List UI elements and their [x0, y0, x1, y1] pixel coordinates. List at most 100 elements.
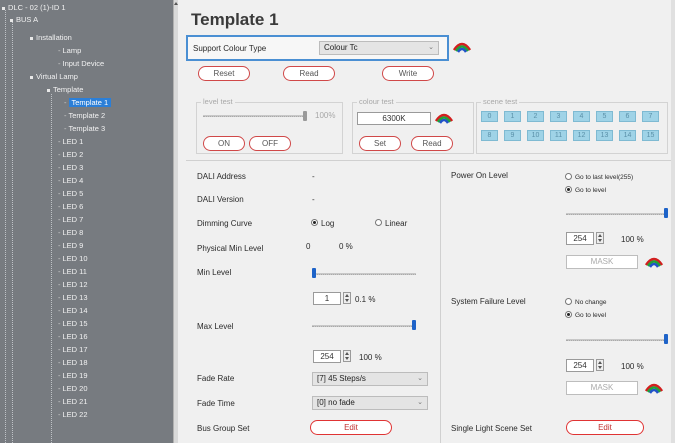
sidebar-scrollbar[interactable] [173, 0, 178, 443]
on-button[interactable]: ON [203, 136, 245, 151]
tree-node-led[interactable]: - LED 22 [58, 409, 88, 421]
scene-button[interactable]: 4 [573, 111, 590, 122]
colour-wheel-icon[interactable] [453, 41, 471, 53]
support-colour-type-select[interactable]: Colour Tc ⌄ [319, 41, 439, 55]
min-level-slider-thumb[interactable] [312, 268, 316, 278]
colour-test-input[interactable]: 6300K [357, 112, 431, 125]
scene-button[interactable]: 7 [642, 111, 659, 122]
dimming-curve-log-radio[interactable] [311, 219, 318, 226]
power-on-go-to-level-radio[interactable] [565, 186, 572, 193]
scene-button[interactable]: 15 [642, 130, 659, 141]
min-level-spinner[interactable] [343, 292, 351, 304]
tree-node-dlc[interactable]: DLC - 02 (1)-ID 1 [2, 2, 66, 14]
power-on-last-level-radio[interactable] [565, 173, 572, 180]
scene-button[interactable]: 11 [550, 130, 567, 141]
scene-button[interactable]: 13 [596, 130, 613, 141]
fade-rate-select[interactable]: [7] 45 Steps/s ⌄ [312, 372, 428, 386]
colour-wheel-icon[interactable] [645, 256, 663, 268]
system-failure-mask-button[interactable]: MASK [566, 381, 638, 395]
tree-node-virtual-lamp[interactable]: Virtual Lamp [30, 71, 78, 83]
write-button[interactable]: Write [382, 66, 434, 81]
tree-node-lamp[interactable]: - Lamp [58, 45, 81, 57]
tree-node-led[interactable]: - LED 10 [58, 253, 88, 265]
system-failure-level-input[interactable]: 254 [566, 359, 594, 372]
single-scene-edit-button[interactable]: Edit [566, 420, 644, 435]
scene-button[interactable]: 1 [504, 111, 521, 122]
tree-node-led[interactable]: - LED 14 [58, 305, 88, 317]
dimming-curve-linear-radio[interactable] [375, 219, 382, 226]
max-level-slider-track[interactable] [312, 325, 416, 327]
main-scrollbar[interactable] [671, 0, 675, 443]
tree-node-led[interactable]: - LED 1 [58, 136, 83, 148]
level-test-slider-thumb[interactable] [303, 111, 307, 121]
tree-node-led[interactable]: - LED 12 [58, 279, 88, 291]
max-level-input[interactable]: 254 [313, 350, 341, 363]
expander-icon[interactable] [30, 36, 33, 40]
tree-node-led[interactable]: - LED 16 [58, 331, 88, 343]
tree-node-input-device[interactable]: - Input Device [58, 58, 104, 70]
power-on-slider-track[interactable] [566, 213, 668, 215]
tree-node-led[interactable]: - LED 6 [58, 201, 83, 213]
power-on-mask-button[interactable]: MASK [566, 255, 638, 269]
system-failure-slider-thumb[interactable] [664, 334, 668, 344]
tree-node-led[interactable]: - LED 20 [58, 383, 88, 395]
tree-node-installation[interactable]: Installation [30, 32, 72, 44]
scene-button[interactable]: 8 [481, 130, 498, 141]
level-test-slider-track[interactable] [203, 115, 307, 117]
system-failure-level-spinner[interactable] [596, 359, 604, 371]
scene-button[interactable]: 12 [573, 130, 590, 141]
tree-node-led[interactable]: - LED 18 [58, 357, 88, 369]
device-tree[interactable]: DLC - 02 (1)-ID 1 BUS A Installation - La… [0, 0, 178, 443]
scene-button[interactable]: 14 [619, 130, 636, 141]
tree-node-template[interactable]: Template [47, 84, 83, 96]
expander-icon[interactable] [2, 6, 5, 10]
tree-node-template-2[interactable]: - Template 2 [64, 110, 105, 122]
scene-button[interactable]: 2 [527, 111, 544, 122]
scroll-up-arrow-icon[interactable] [174, 2, 178, 5]
tree-node-led[interactable]: - LED 7 [58, 214, 83, 226]
scene-button[interactable]: 10 [527, 130, 544, 141]
colour-set-button[interactable]: Set [359, 136, 401, 151]
tree-node-led[interactable]: - LED 21 [58, 396, 88, 408]
expander-icon[interactable] [47, 88, 50, 92]
tree-node-led[interactable]: - LED 17 [58, 344, 88, 356]
max-level-spinner[interactable] [343, 350, 351, 362]
tree-node-led[interactable]: - LED 3 [58, 162, 83, 174]
scene-button[interactable]: 0 [481, 111, 498, 122]
colour-read-button[interactable]: Read [411, 136, 453, 151]
tree-node-template-3[interactable]: - Template 3 [64, 123, 105, 135]
tree-node-led[interactable]: - LED 4 [58, 175, 83, 187]
tree-node-led[interactable]: - LED 19 [58, 370, 88, 382]
scene-button[interactable]: 3 [550, 111, 567, 122]
tree-node-led[interactable]: - LED 11 [58, 266, 87, 278]
read-button[interactable]: Read [283, 66, 335, 81]
tree-node-led[interactable]: - LED 9 [58, 240, 83, 252]
tree-node-led[interactable]: - LED 15 [58, 318, 88, 330]
reset-button[interactable]: Reset [198, 66, 250, 81]
system-failure-no-change-radio[interactable] [565, 298, 572, 305]
expander-icon[interactable] [10, 18, 13, 22]
max-level-slider-thumb[interactable] [412, 320, 416, 330]
tree-node-led[interactable]: - LED 2 [58, 149, 83, 161]
tree-node-led[interactable]: - LED 5 [58, 188, 83, 200]
system-failure-go-to-level-radio[interactable] [565, 311, 572, 318]
min-level-input[interactable]: 1 [313, 292, 341, 305]
bus-group-edit-button[interactable]: Edit [310, 420, 392, 435]
power-on-slider-thumb[interactable] [664, 208, 668, 218]
system-failure-slider-track[interactable] [566, 339, 668, 341]
power-on-level-spinner[interactable] [596, 232, 604, 244]
colour-wheel-icon[interactable] [645, 382, 663, 394]
scene-button[interactable]: 5 [596, 111, 613, 122]
tree-node-led[interactable]: - LED 8 [58, 227, 83, 239]
tree-node-bus-a[interactable]: BUS A [10, 14, 38, 26]
fade-time-select[interactable]: [0] no fade ⌄ [312, 396, 428, 410]
colour-wheel-icon[interactable] [435, 112, 453, 124]
tree-node-led[interactable]: - LED 13 [58, 292, 88, 304]
scene-button[interactable]: 6 [619, 111, 636, 122]
scene-button[interactable]: 9 [504, 130, 521, 141]
min-level-slider-track[interactable] [312, 273, 416, 275]
tree-node-template-1[interactable]: - Template 1 [64, 97, 112, 109]
off-button[interactable]: OFF [249, 136, 291, 151]
expander-icon[interactable] [30, 75, 33, 79]
power-on-level-input[interactable]: 254 [566, 232, 594, 245]
